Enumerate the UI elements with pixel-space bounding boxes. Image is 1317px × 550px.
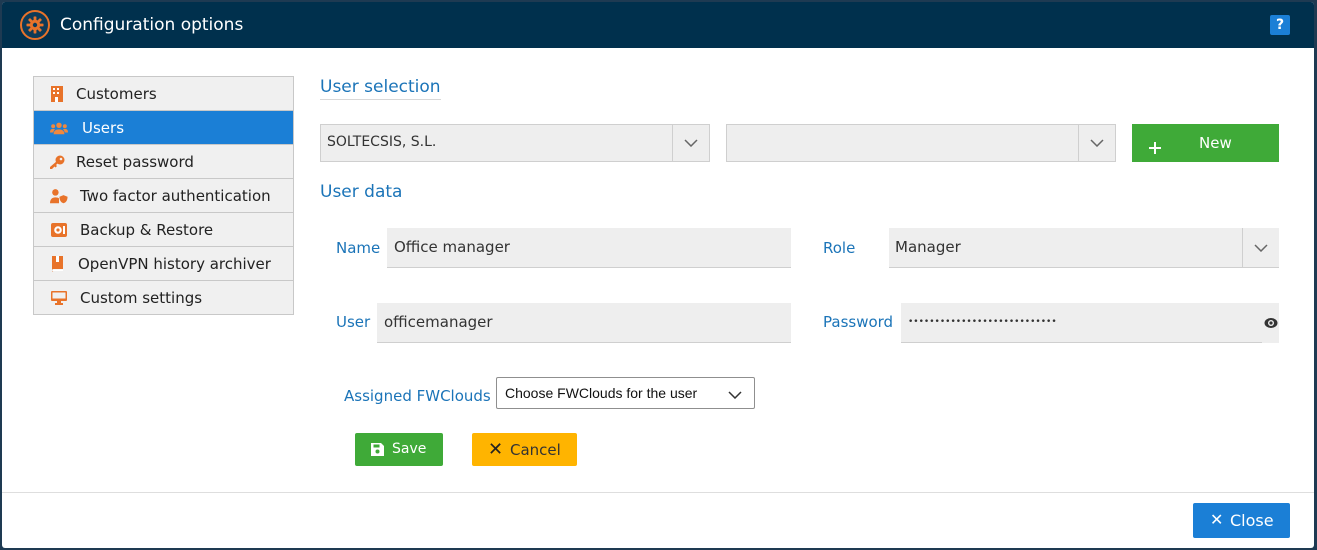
name-field[interactable]: Office manager bbox=[387, 228, 791, 268]
sidebar-item-label: Backup & Restore bbox=[80, 220, 214, 239]
key-icon bbox=[48, 153, 66, 171]
archive-book-icon bbox=[48, 255, 66, 273]
chevron-down-icon bbox=[672, 125, 709, 161]
save-button[interactable]: Save bbox=[355, 433, 443, 466]
title-bar: Configuration options ? bbox=[2, 2, 1314, 48]
new-user-button[interactable]: New bbox=[1132, 124, 1279, 162]
close-button[interactable]: ✕ Close bbox=[1193, 503, 1290, 538]
role-label: Role bbox=[823, 239, 856, 257]
sidebar-item-openvpn-archiver[interactable]: OpenVPN history archiver bbox=[34, 247, 293, 281]
show-password-eye-icon[interactable] bbox=[1262, 303, 1279, 343]
role-select[interactable]: Manager bbox=[889, 228, 1279, 268]
gear-icon bbox=[20, 10, 50, 40]
chevron-down-icon bbox=[1242, 228, 1279, 267]
fwclouds-select[interactable]: Choose FWClouds for the user bbox=[496, 377, 755, 409]
password-label: Password bbox=[823, 313, 894, 331]
floppy-disk-icon bbox=[371, 443, 384, 460]
dialog-title: Configuration options bbox=[60, 15, 244, 35]
name-label: Name bbox=[336, 239, 381, 257]
footer-divider bbox=[2, 492, 1314, 493]
password-field[interactable]: •••••••••••••••••••••••••••• bbox=[901, 303, 1262, 343]
close-icon: ✕ bbox=[1210, 510, 1224, 529]
sidebar-item-label: Customers bbox=[76, 84, 157, 103]
sidebar-item-label: Users bbox=[82, 118, 125, 137]
users-icon bbox=[50, 119, 68, 137]
close-icon: ✕ bbox=[488, 439, 504, 460]
sidebar-item-label: OpenVPN history archiver bbox=[78, 254, 271, 273]
user-data-title: User data bbox=[320, 182, 403, 202]
close-label: Close bbox=[1230, 511, 1274, 530]
chevron-down-icon bbox=[1078, 125, 1115, 161]
cancel-label: Cancel bbox=[510, 441, 561, 459]
sidebar-item-backup-restore[interactable]: Backup & Restore bbox=[34, 213, 293, 247]
chevron-down-icon bbox=[728, 386, 742, 402]
configuration-dialog: Configuration options ? Customers Users … bbox=[2, 2, 1314, 548]
plus-icon bbox=[1148, 130, 1162, 155]
sidebar-item-label: Custom settings bbox=[80, 288, 203, 307]
customer-select-value: SOLTECSIS, S.L. bbox=[327, 134, 437, 150]
sidebar-item-custom-settings[interactable]: Custom settings bbox=[34, 281, 293, 314]
desktop-icon bbox=[50, 289, 68, 307]
sidebar-item-label: Reset password bbox=[76, 152, 194, 171]
save-label: Save bbox=[392, 441, 427, 457]
user-selection-title: User selection bbox=[320, 77, 441, 100]
username-field-value: officemanager bbox=[384, 313, 493, 331]
cancel-button[interactable]: ✕ Cancel bbox=[472, 433, 577, 466]
username-field[interactable]: officemanager bbox=[377, 303, 791, 343]
sidebar-item-users[interactable]: Users bbox=[34, 111, 293, 145]
fwclouds-select-value: Choose FWClouds for the user bbox=[505, 385, 698, 401]
sidebar-item-label: Two factor authentication bbox=[80, 186, 271, 205]
sidebar-item-customers[interactable]: Customers bbox=[34, 77, 293, 111]
new-user-label: New bbox=[1199, 134, 1232, 152]
sidebar-item-reset-password[interactable]: Reset password bbox=[34, 145, 293, 179]
customer-select[interactable]: SOLTECSIS, S.L. bbox=[320, 124, 710, 162]
role-select-value: Manager bbox=[895, 238, 961, 256]
user-label: User bbox=[336, 313, 371, 331]
name-field-value: Office manager bbox=[394, 238, 510, 256]
sidebar-item-two-factor[interactable]: Two factor authentication bbox=[34, 179, 293, 213]
sidebar-menu: Customers Users Reset password Two facto… bbox=[33, 76, 294, 315]
password-field-value: •••••••••••••••••••••••••••• bbox=[908, 317, 1057, 327]
building-icon bbox=[48, 85, 66, 103]
assigned-fwclouds-label: Assigned FWClouds bbox=[344, 387, 491, 405]
backup-icon bbox=[50, 221, 68, 239]
help-button[interactable]: ? bbox=[1270, 15, 1290, 35]
user-select[interactable] bbox=[726, 124, 1116, 162]
user-shield-icon bbox=[50, 187, 68, 205]
